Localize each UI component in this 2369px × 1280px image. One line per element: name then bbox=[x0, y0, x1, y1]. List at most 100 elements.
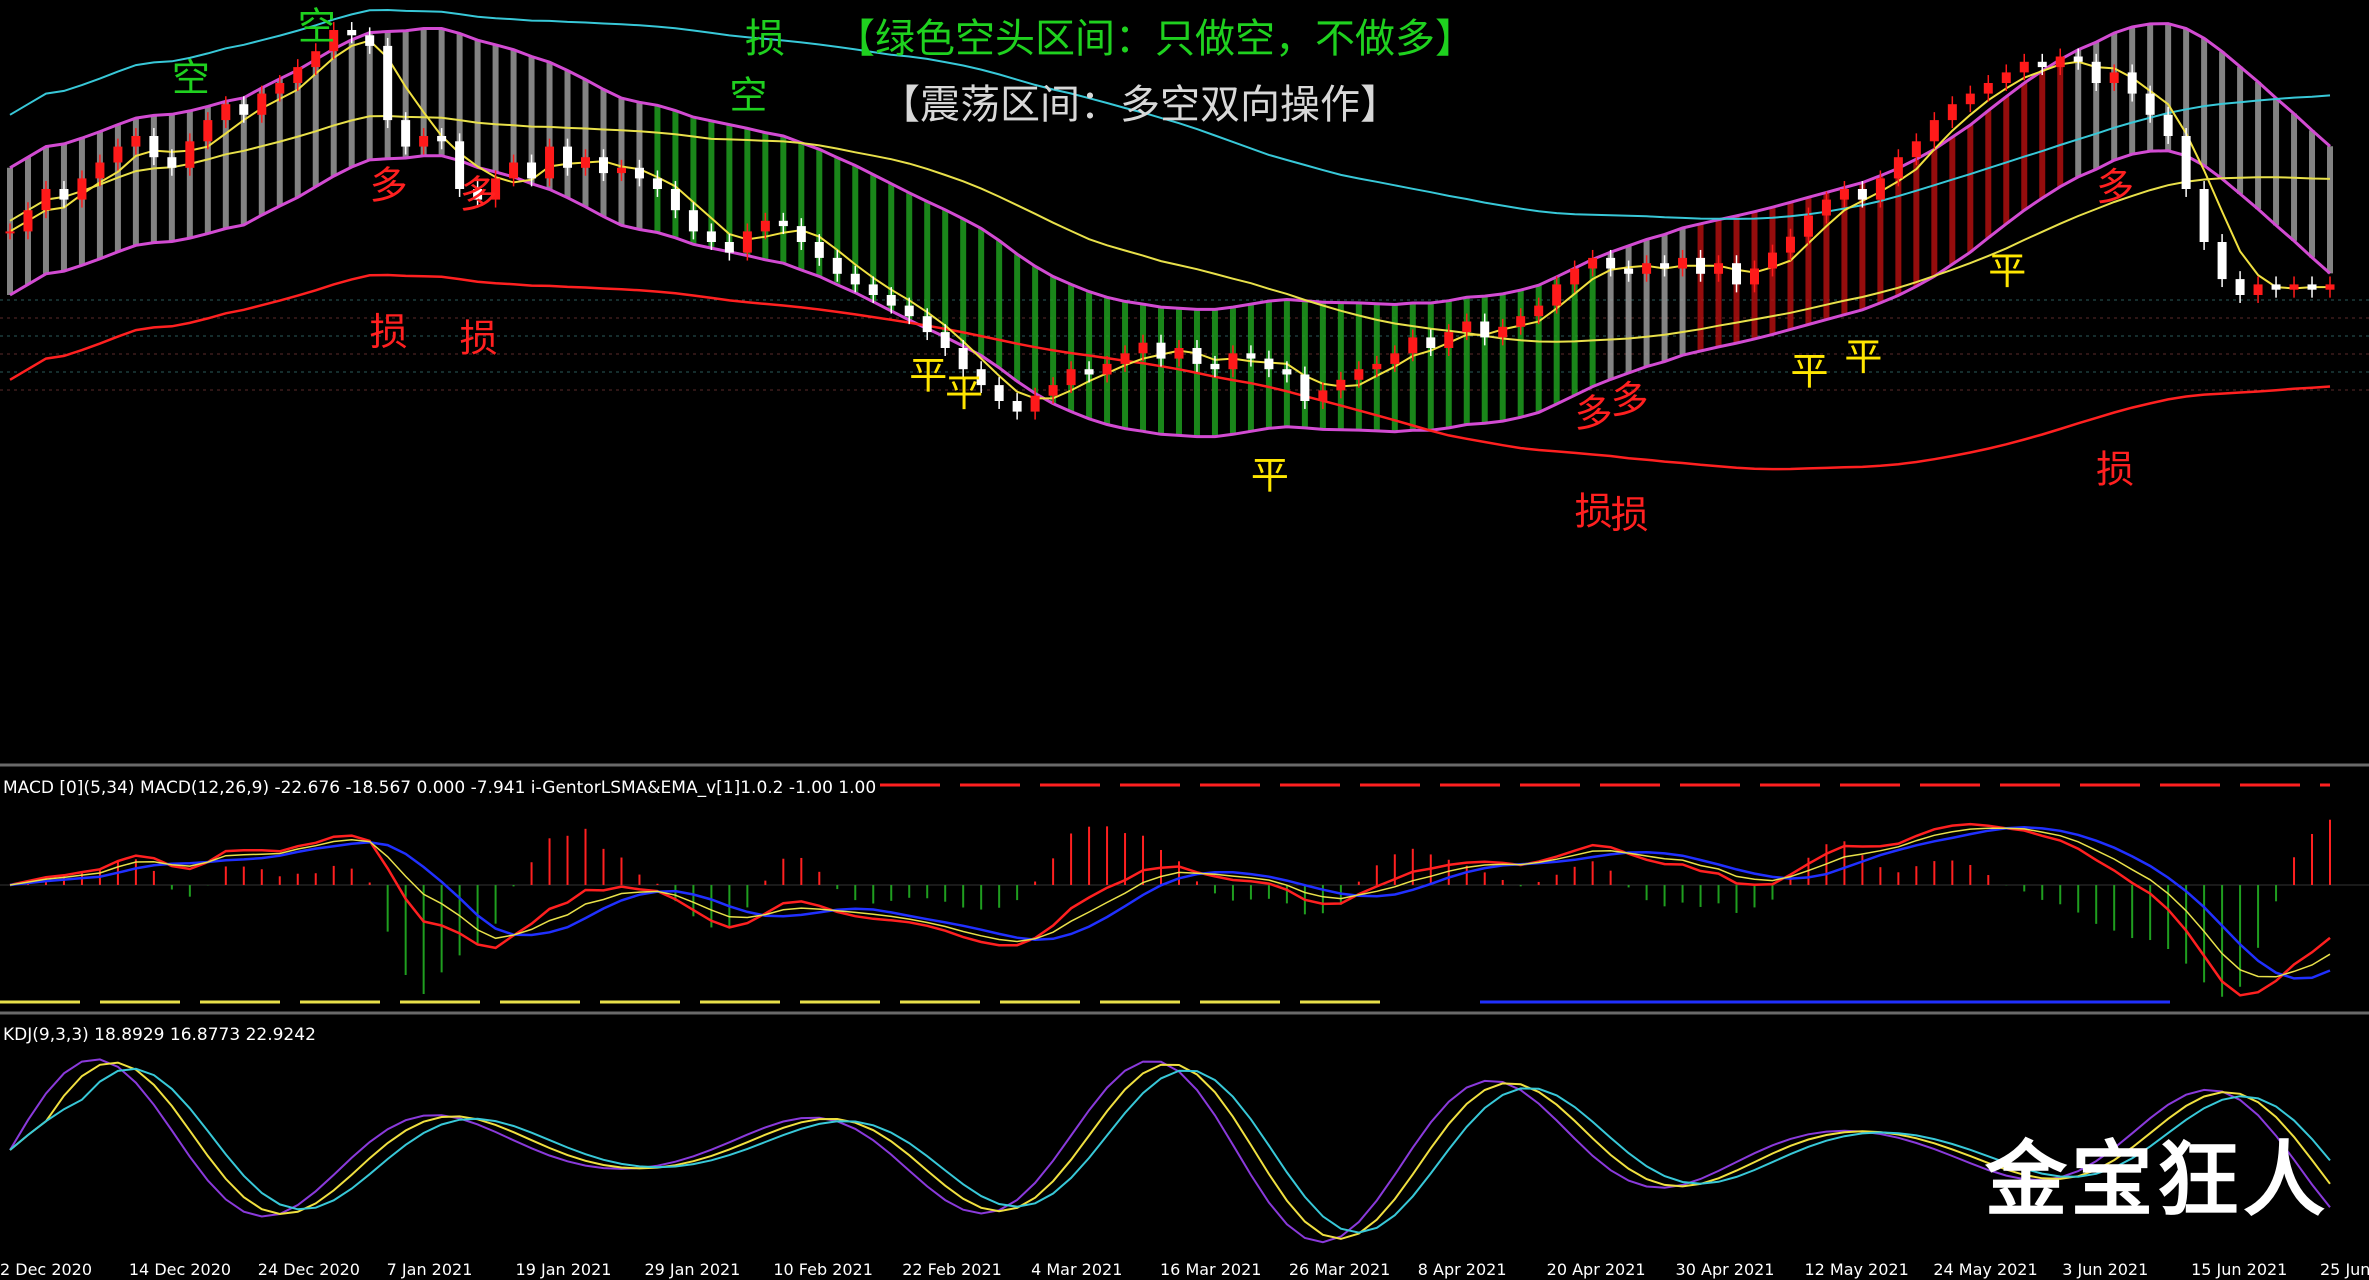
candle-body bbox=[437, 136, 447, 142]
candle-body bbox=[1839, 189, 1849, 200]
candle-body bbox=[1444, 332, 1454, 348]
candle-body bbox=[95, 162, 105, 179]
candle-body bbox=[634, 167, 644, 179]
candle-body bbox=[1552, 284, 1562, 306]
candle-body bbox=[2145, 93, 2155, 115]
candle-body bbox=[904, 305, 914, 317]
signal-label: 损 bbox=[460, 317, 498, 361]
candle-body bbox=[814, 242, 824, 258]
x-axis-tick-label: 10 Feb 2021 bbox=[773, 1260, 873, 1279]
chart-background bbox=[0, 0, 2369, 1280]
signal-label: 平 bbox=[945, 371, 983, 415]
candle-body bbox=[1462, 321, 1472, 333]
candle-body bbox=[131, 136, 141, 147]
x-axis-tick-label: 20 Apr 2021 bbox=[1547, 1260, 1646, 1279]
candle-body bbox=[1426, 337, 1436, 348]
candle-body bbox=[113, 146, 123, 163]
signal-label: 损 bbox=[1611, 493, 1649, 537]
candle-body bbox=[2127, 72, 2137, 94]
candle-body bbox=[796, 226, 806, 242]
candle-body bbox=[365, 35, 375, 46]
candle-body bbox=[958, 348, 968, 370]
candle-body bbox=[1480, 321, 1490, 338]
candle-body bbox=[1785, 236, 1795, 253]
candle-body bbox=[2217, 242, 2227, 280]
signal-label: 多 bbox=[2096, 165, 2134, 209]
candle-body bbox=[221, 104, 231, 121]
candle-body bbox=[1534, 305, 1544, 317]
candle-body bbox=[1300, 374, 1310, 401]
candle-body bbox=[1246, 353, 1256, 359]
candle-body bbox=[2253, 284, 2263, 295]
candle-body bbox=[1138, 342, 1148, 354]
candle-body bbox=[1696, 257, 1706, 274]
candle-body bbox=[1929, 120, 1939, 142]
candle-body bbox=[1642, 263, 1652, 274]
candle-body bbox=[1354, 369, 1364, 380]
candle-body bbox=[1983, 83, 1993, 94]
candle-body bbox=[1678, 257, 1688, 269]
candle-body bbox=[2325, 284, 2335, 290]
candle-body bbox=[1048, 385, 1058, 396]
price-chart: 空空 空多 多损 损平平平多多损损平 平平多损 2 Dec 2020 14 Dec 202… bbox=[0, 0, 2369, 1280]
candle-body bbox=[527, 162, 537, 179]
candle-body bbox=[1012, 401, 1022, 412]
candle-body bbox=[1660, 263, 1670, 269]
candle-body bbox=[1767, 252, 1777, 269]
x-axis-tick-label: 2 Dec 2020 bbox=[0, 1260, 92, 1279]
candle-body bbox=[1156, 342, 1166, 359]
candle-body bbox=[616, 167, 626, 174]
candle-body bbox=[832, 257, 842, 274]
x-axis-tick-label: 12 May 2021 bbox=[1804, 1260, 1908, 1279]
candle-body bbox=[77, 178, 87, 200]
x-axis-tick-label: 14 Dec 2020 bbox=[129, 1260, 231, 1279]
candle-body bbox=[2181, 136, 2191, 189]
candle-body bbox=[59, 189, 69, 200]
candle-body bbox=[2199, 189, 2209, 242]
candle-body bbox=[1588, 257, 1598, 269]
candle-body bbox=[1893, 157, 1903, 179]
x-axis-tick-label: 24 May 2021 bbox=[1933, 1260, 2037, 1279]
candle-body bbox=[994, 385, 1004, 401]
x-axis-tick-label: 30 Apr 2021 bbox=[1676, 1260, 1775, 1279]
signal-label: 空 bbox=[729, 73, 767, 117]
x-axis-tick-label: 26 Mar 2021 bbox=[1289, 1260, 1390, 1279]
x-axis-tick-label: 3 Jun 2021 bbox=[2062, 1260, 2148, 1279]
candle-body bbox=[275, 83, 285, 94]
candle-body bbox=[1857, 189, 1867, 200]
candle-body bbox=[2109, 72, 2119, 83]
candle-body bbox=[706, 231, 716, 242]
candle-body bbox=[2163, 114, 2173, 136]
header-loss-label: 损 bbox=[745, 16, 785, 62]
x-axis-tick-label: 16 Mar 2021 bbox=[1160, 1260, 1261, 1279]
candle-body bbox=[419, 136, 429, 147]
candle-body bbox=[1336, 379, 1346, 391]
candle-body bbox=[1714, 263, 1724, 274]
candle-body bbox=[2073, 56, 2083, 62]
candle-body bbox=[1732, 263, 1742, 285]
candle-body bbox=[1264, 358, 1274, 370]
candle-body bbox=[1282, 369, 1292, 375]
watermark: 金宝狂人 bbox=[1984, 1133, 2329, 1228]
candle-body bbox=[1228, 353, 1238, 370]
x-axis-tick-label: 25 Jun bbox=[2320, 1260, 2369, 1279]
candle-body bbox=[670, 189, 680, 211]
candle-body bbox=[1498, 326, 1508, 338]
candle-body bbox=[1606, 257, 1616, 269]
signal-label: 多 bbox=[1611, 378, 1649, 422]
candle-body bbox=[1624, 268, 1634, 274]
candle-body bbox=[2235, 279, 2245, 295]
candle-body bbox=[1570, 268, 1580, 285]
x-axis-tick-label: 19 Jan 2021 bbox=[516, 1260, 612, 1279]
candle-body bbox=[2037, 61, 2047, 68]
candle-body bbox=[1030, 395, 1040, 412]
signal-label: 多 bbox=[1575, 392, 1613, 436]
candle-body bbox=[401, 120, 411, 147]
kdj-indicator-label: KDJ(9,3,3) 18.8929 16.8773 22.9242 bbox=[3, 1025, 316, 1045]
candle-body bbox=[868, 284, 878, 295]
candle-body bbox=[203, 120, 213, 142]
x-axis-tick-label: 22 Feb 2021 bbox=[902, 1260, 1002, 1279]
x-axis-tick-label: 24 Dec 2020 bbox=[258, 1260, 360, 1279]
range-zone-note: 【震荡区间：多空双向操作】 bbox=[880, 82, 1400, 128]
candle-body bbox=[239, 104, 249, 115]
